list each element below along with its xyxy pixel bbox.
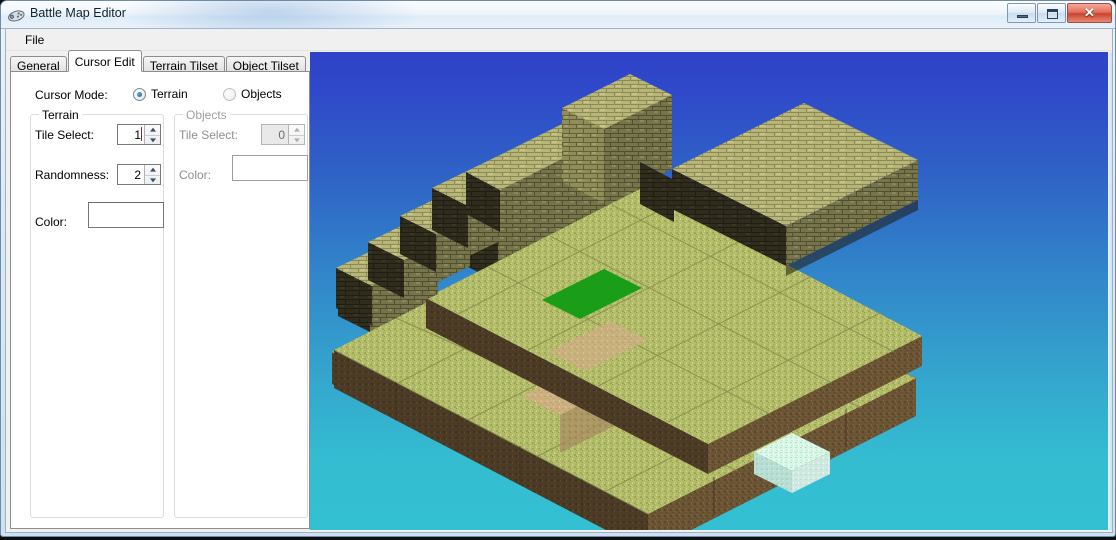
chevron-down-icon <box>149 138 156 143</box>
terrain-color-label: Color: <box>35 215 68 229</box>
radio-cursor-mode-terrain[interactable]: Terrain <box>133 87 188 101</box>
isometric-map-scene[interactable] <box>310 52 1109 530</box>
chevron-up-icon <box>149 167 156 172</box>
radio-label-terrain: Terrain <box>151 87 188 101</box>
minimize-button[interactable] <box>1007 3 1036 23</box>
objects-tile-select-stepper: 0 <box>261 124 305 145</box>
gamepad-icon <box>8 10 25 22</box>
chevron-up-icon <box>149 127 156 132</box>
application-window: Battle Map Editor ✕ File General Cursor … <box>0 0 1116 537</box>
chevron-up-icon <box>293 127 300 132</box>
tab-cursor-edit[interactable]: Cursor Edit <box>67 50 142 72</box>
group-terrain-title: Terrain <box>39 108 82 122</box>
objects-color-swatch <box>232 155 308 181</box>
objects-tile-select-up <box>289 125 304 135</box>
objects-tile-select-down <box>289 134 304 145</box>
maximize-icon <box>1047 9 1058 19</box>
terrain-randomness-label: Randomness: <box>35 168 110 182</box>
radio-dot-terrain-icon <box>133 87 146 101</box>
terrain-tile-select-down[interactable] <box>145 134 160 145</box>
menu-bar: File <box>6 29 1112 51</box>
terrain-randomness-spin[interactable] <box>144 165 160 184</box>
terrain-randomness-up[interactable] <box>145 165 160 175</box>
terrain-randomness-value[interactable]: 2 <box>118 165 144 184</box>
tab-strip: General Cursor Edit Terrain Tilset Objec… <box>10 50 307 74</box>
radio-cursor-mode-objects[interactable]: Objects <box>223 87 282 101</box>
terrain-randomness-down[interactable] <box>145 174 160 185</box>
objects-tile-select-value: 0 <box>278 128 285 142</box>
maximize-button[interactable] <box>1037 3 1066 23</box>
objects-tile-select-spin <box>288 125 304 144</box>
window-titlebar[interactable]: Battle Map Editor ✕ <box>1 1 1115 29</box>
objects-tile-select-label: Tile Select: <box>179 128 238 142</box>
viewport-right-edge <box>1108 52 1112 530</box>
terrain-tile-select-stepper[interactable]: 1 <box>117 124 161 145</box>
close-button[interactable]: ✕ <box>1067 3 1112 23</box>
minimize-icon <box>1017 15 1028 18</box>
text-caret <box>141 127 142 141</box>
isometric-map-viewport[interactable] <box>310 52 1109 530</box>
tab-page-cursor-edit: Cursor Mode: Terrain Objects Terrain Til… <box>10 71 310 529</box>
terrain-tile-select-label: Tile Select: <box>35 128 94 142</box>
menu-item-file[interactable]: File <box>20 32 49 48</box>
terrain-color-swatch[interactable] <box>88 202 164 228</box>
objects-color-label: Color: <box>179 168 212 182</box>
close-icon: ✕ <box>1084 5 1095 20</box>
group-objects-title: Objects <box>183 108 230 122</box>
radio-label-objects: Objects <box>241 87 282 101</box>
chevron-down-icon <box>149 178 156 183</box>
window-title: Battle Map Editor <box>30 6 126 20</box>
window-controls: ✕ <box>1007 3 1112 23</box>
terrain-tile-select-value[interactable]: 1 <box>118 125 144 144</box>
terrain-tile-select-spin[interactable] <box>144 125 160 144</box>
radio-dot-objects-icon <box>223 87 236 101</box>
settings-tab-control: General Cursor Edit Terrain Tilset Objec… <box>10 50 310 529</box>
group-terrain: Terrain Tile Select: 1 Randomness: 2 Col… <box>30 108 164 518</box>
chevron-down-icon <box>293 138 300 143</box>
window-client-area: File General Cursor Edit Terrain Tilset … <box>5 29 1113 533</box>
cursor-mode-label: Cursor Mode: <box>35 88 108 102</box>
cursor-mode-row: Cursor Mode: Terrain Objects <box>11 85 309 105</box>
group-objects: Objects Tile Select: 0 Color: <box>174 108 308 518</box>
terrain-randomness-stepper[interactable]: 2 <box>117 164 161 185</box>
terrain-tile-select-up[interactable] <box>145 125 160 135</box>
